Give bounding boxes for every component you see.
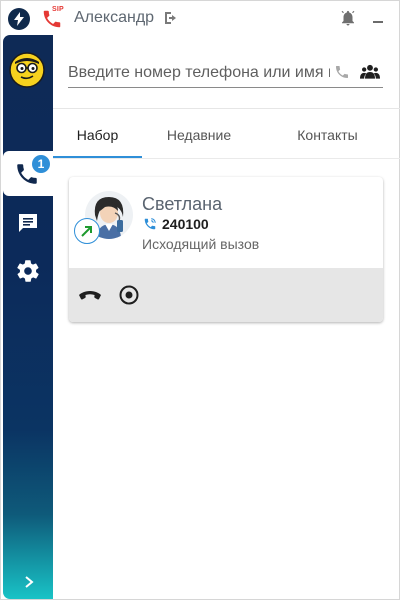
username: Александр bbox=[74, 9, 155, 26]
softphone-window: SIP Александр 1 Введите номер телефона и… bbox=[0, 0, 400, 600]
title-bar: SIP Александр bbox=[1, 1, 400, 35]
search-underline bbox=[68, 87, 383, 88]
divider bbox=[53, 108, 400, 109]
record-button[interactable] bbox=[119, 285, 139, 305]
user-avatar[interactable] bbox=[9, 52, 45, 88]
record-icon bbox=[119, 285, 139, 305]
call-actions-bar bbox=[69, 268, 383, 322]
chevron-right-icon[interactable] bbox=[23, 575, 35, 589]
group-icon[interactable] bbox=[360, 63, 380, 81]
call-count-badge: 1 bbox=[30, 153, 52, 175]
chat-icon bbox=[19, 214, 37, 232]
contact-name: Светлана bbox=[142, 194, 223, 214]
hangup-button[interactable] bbox=[78, 286, 102, 304]
outgoing-arrow-icon bbox=[74, 218, 100, 244]
logout-icon[interactable] bbox=[163, 10, 179, 26]
tab-contacts[interactable]: Контакты bbox=[256, 111, 399, 159]
sidebar-item-settings[interactable] bbox=[15, 258, 41, 284]
search-input[interactable] bbox=[68, 58, 330, 88]
tab-recent[interactable]: Недавние bbox=[142, 111, 256, 159]
sidebar-item-chat[interactable] bbox=[15, 211, 41, 235]
lightning-icon[interactable] bbox=[8, 8, 30, 30]
dial-phone-icon[interactable] bbox=[334, 64, 350, 80]
tab-dial[interactable]: Набор bbox=[53, 111, 142, 159]
bell-icon[interactable] bbox=[339, 9, 357, 27]
contact-number: 240100 bbox=[162, 216, 209, 232]
tab-bar: Набор Недавние Контакты bbox=[53, 111, 399, 159]
call-status: Исходящий вызов bbox=[142, 236, 260, 252]
call-card: Светлана 240100 Исходящий вызов bbox=[69, 177, 383, 322]
minimize-button[interactable] bbox=[373, 21, 383, 23]
gear-icon bbox=[17, 260, 39, 282]
phone-ringing-icon bbox=[143, 217, 157, 231]
hangup-icon bbox=[79, 291, 101, 300]
sip-label: SIP bbox=[52, 6, 64, 13]
tabs-border bbox=[53, 158, 400, 159]
sidebar: 1 bbox=[3, 35, 53, 599]
